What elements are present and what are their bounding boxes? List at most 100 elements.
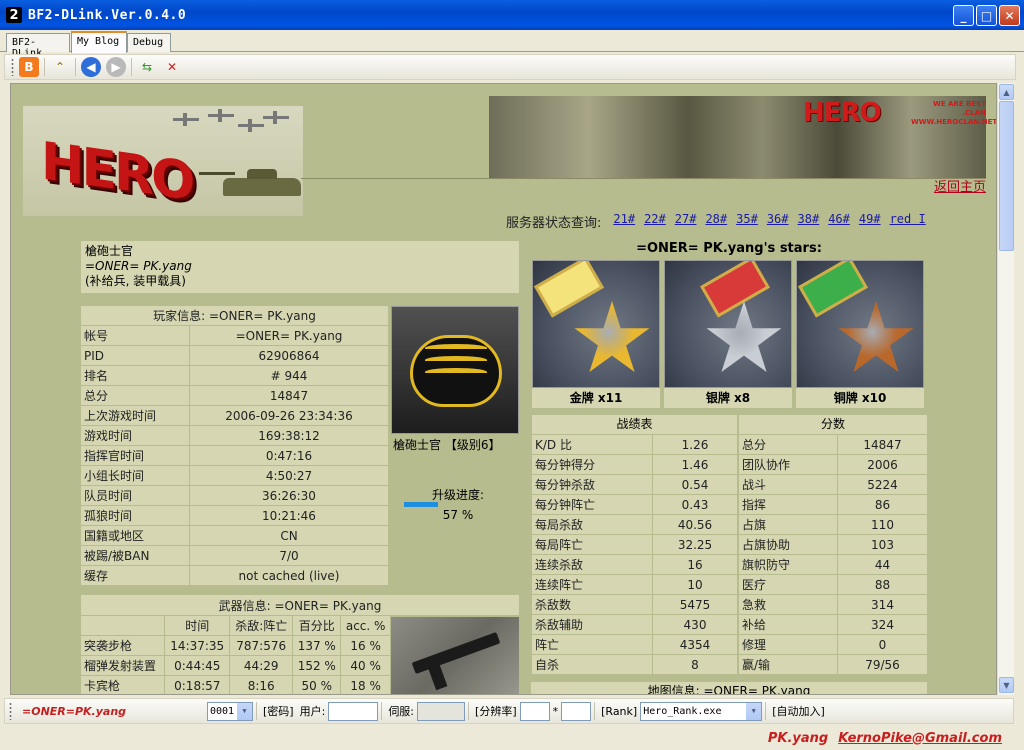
silver-star-medal-icon [664, 260, 792, 388]
back-icon[interactable]: ◀ [81, 57, 101, 77]
toolbar-separator [131, 58, 132, 76]
weapon-stat: 18 % [341, 676, 390, 694]
server-number-select[interactable]: 0001 ▼ [207, 701, 253, 721]
server-link[interactable]: 49# [859, 212, 881, 231]
rank-label[interactable]: [Rank] [601, 705, 637, 718]
stat-label: 缓存 [81, 566, 189, 585]
autojoin-button[interactable]: [自动加入] [772, 703, 825, 719]
stat-value: 4:50:27 [190, 466, 388, 485]
stat-value: 32.25 [653, 535, 737, 554]
hero-clan-logo: HERO [803, 98, 882, 128]
resolution-width-input[interactable] [519, 701, 550, 721]
table-row: 榴弹发射装置 0:44:45 44:29 152 % 40 % [81, 656, 390, 675]
table-row: 总分 14847 [739, 435, 927, 454]
table-row: 连续杀敌 16 [532, 555, 737, 574]
server-label: 伺服: [388, 705, 415, 718]
weapon-stat: 137 % [293, 636, 341, 655]
tab-bf2-dlink[interactable]: BF2-DLink [6, 33, 70, 59]
bronze-star-medal-icon [796, 260, 924, 388]
stat-label: 总分 [81, 386, 189, 405]
rank-summary: 槍砲士官 =ONER= PK.yang (补给兵, 装甲载具) [81, 241, 519, 293]
table-row: 每分钟杀敌 0.54 [532, 475, 737, 494]
stat-label: 连续杀敌 [532, 555, 652, 574]
password-label[interactable]: [密码] [263, 703, 294, 719]
status-player-name: PK.yang [767, 730, 829, 746]
resolution-height-input[interactable] [561, 701, 592, 721]
score-title: 分数 [739, 415, 927, 434]
minimize-button[interactable]: _ [953, 5, 974, 26]
vertical-scrollbar[interactable]: ▲ ▼ [997, 83, 1014, 695]
forward-icon[interactable]: ▶ [106, 57, 126, 77]
chevron-down-icon[interactable]: ▼ [237, 702, 252, 720]
stat-value: 110 [838, 515, 927, 534]
table-row: 自杀 8 [532, 655, 737, 674]
stat-label: 排名 [81, 366, 189, 385]
server-link[interactable]: 27# [675, 212, 697, 231]
scroll-down-icon[interactable]: ▼ [999, 677, 1014, 693]
table-row: 团队协作 2006 [739, 455, 927, 474]
table-row: 小组长时间 4:50:27 [81, 466, 388, 485]
weapon-stat: 0:18:57 [165, 676, 230, 694]
weapon-stat: 44:29 [230, 656, 293, 675]
weapons-table: 时间 杀敌:阵亡 百分比 acc. % 突袭步枪 14:37:35 787:576 137 %… [80, 615, 391, 694]
weapon-stat: 50 % [293, 676, 341, 694]
player-info-table: 玩家信息: =ONER= PK.yang 帐号 =ONER= PK.yang PID… [80, 305, 389, 586]
server-link[interactable]: 38# [798, 212, 820, 231]
progress-bar [404, 502, 464, 507]
refresh-icon[interactable]: ⇆ [137, 57, 157, 77]
table-row: 旗帜防守 44 [739, 555, 927, 574]
tank-image [199, 169, 301, 196]
stat-label: 孤狼时间 [81, 506, 189, 525]
table-row: 被踢/被BAN 7/0 [81, 546, 388, 565]
server-input[interactable] [417, 701, 466, 721]
table-row: 帐号 =ONER= PK.yang [81, 326, 388, 345]
table-row: 每分钟得分 1.46 [532, 455, 737, 474]
table-row: 修理 0 [739, 635, 927, 654]
close-button[interactable]: ✕ [999, 5, 1020, 26]
table-row: 指挥官时间 0:47:16 [81, 446, 388, 465]
toolbar-grip[interactable] [11, 58, 14, 76]
rifle-image [391, 617, 519, 694]
resolution-label[interactable]: [分辨率] [475, 703, 517, 719]
server-link[interactable]: 35# [736, 212, 758, 231]
stat-value: 0 [838, 635, 927, 654]
stat-label: 指挥 [739, 495, 837, 514]
blogger-icon[interactable]: B [19, 57, 39, 77]
server-link[interactable]: 36# [767, 212, 789, 231]
stat-label: 急救 [739, 595, 837, 614]
table-row: 游戏时间 169:38:12 [81, 426, 388, 445]
rank-exe-select[interactable]: Hero_Rank.exe ▼ [640, 701, 763, 721]
stat-label: 游戏时间 [81, 426, 189, 445]
scroll-thumb[interactable] [999, 101, 1014, 251]
stop-icon[interactable]: ✕ [162, 57, 182, 77]
toolbar-separator [75, 58, 76, 76]
stat-value: 5224 [838, 475, 927, 494]
server-link[interactable]: 28# [705, 212, 727, 231]
server-link[interactable]: 21# [613, 212, 635, 231]
author-email-link[interactable]: KernoPike@Gmail.com [838, 731, 1002, 746]
stat-label: 小组长时间 [81, 466, 189, 485]
maximize-button[interactable]: □ [976, 5, 997, 26]
chevron-down-icon[interactable]: ▼ [746, 702, 762, 720]
stat-value: 430 [653, 615, 737, 634]
weapon-name: 卡宾枪 [81, 676, 165, 694]
return-home-link[interactable]: 返回主页 [934, 176, 986, 195]
table-row: 急救 314 [739, 595, 927, 614]
player-name: =ONER= PK.yang [85, 259, 192, 273]
scroll-up-icon[interactable]: ▲ [999, 84, 1014, 100]
server-link[interactable]: 22# [644, 212, 666, 231]
server-link[interactable]: red I [890, 212, 926, 231]
tab-my-blog[interactable]: My Blog [71, 31, 127, 53]
column-header: 时间 [165, 616, 230, 635]
stat-value: 62906864 [190, 346, 388, 365]
tab-debug[interactable]: Debug [127, 33, 171, 52]
toolbar-separator [44, 58, 45, 76]
column-header: 杀敌:阵亡 [230, 616, 293, 635]
table-row: 队员时间 36:26:30 [81, 486, 388, 505]
user-input[interactable] [328, 701, 379, 721]
rank-icon[interactable]: ⌃ [50, 57, 70, 77]
server-link[interactable]: 46# [828, 212, 850, 231]
stat-value: 88 [838, 575, 927, 594]
weapons-title: 武器信息: =ONER= PK.yang [81, 595, 519, 615]
stat-value: 79/56 [838, 655, 927, 674]
